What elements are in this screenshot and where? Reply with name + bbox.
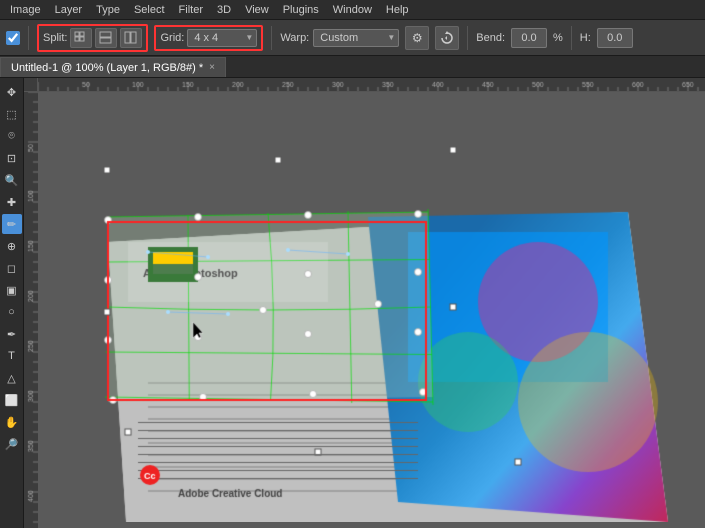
bend-label: Bend: — [476, 32, 505, 44]
split-vertical-button[interactable] — [95, 28, 117, 48]
grid-select[interactable]: 4 x 4 3 x 3 2 x 2 5 x 5 — [187, 29, 257, 47]
grid-label: Grid: — [160, 32, 184, 44]
tab-close-button[interactable]: × — [209, 62, 215, 73]
tab-title: Untitled-1 @ 100% (Layer 1, RGB/8#) * — [11, 62, 203, 74]
tab-bar: Untitled-1 @ 100% (Layer 1, RGB/8#) * × — [0, 56, 705, 78]
split-horizontal-icon — [124, 31, 138, 45]
menu-window[interactable]: Window — [327, 3, 378, 17]
main-area: ✥ ⬚ ⌾ ⊡ 🔍 ✚ ✏ ⊕ ◻ ▣ ○ ✒ T △ ⬜ ✋ 🔎 — [0, 78, 705, 528]
grid-section: Grid: 4 x 4 3 x 3 2 x 2 5 x 5 ▼ — [154, 25, 263, 51]
document-tab[interactable]: Untitled-1 @ 100% (Layer 1, RGB/8#) * × — [0, 57, 226, 77]
crop-tool[interactable]: ⊡ — [2, 148, 22, 168]
gear-button[interactable]: ⚙ — [405, 26, 429, 50]
lasso-tool[interactable]: ⌾ — [2, 126, 22, 146]
ruler-top — [38, 78, 705, 92]
move-tool[interactable]: ✥ — [2, 82, 22, 102]
ruler-top-canvas — [38, 78, 705, 92]
split-section: Split: — [37, 24, 148, 52]
menu-plugins[interactable]: Plugins — [277, 3, 325, 17]
warp-select[interactable]: Custom Arc Arc Lower Arc Upper Arch Bulg… — [313, 29, 399, 47]
warp-section: Warp: Custom Arc Arc Lower Arc Upper Arc… — [280, 29, 399, 47]
ruler-left — [24, 92, 38, 528]
dodge-tool[interactable]: ○ — [2, 302, 22, 322]
h-input[interactable] — [597, 28, 633, 48]
canvas-area[interactable] — [24, 78, 705, 528]
h-label: H: — [580, 32, 591, 44]
separator-2 — [271, 26, 272, 50]
eraser-tool[interactable]: ◻ — [2, 258, 22, 278]
ruler-left-canvas — [24, 92, 38, 528]
select-tool[interactable]: ⬚ — [2, 104, 22, 124]
menu-bar: Image Layer Type Select Filter 3D View P… — [0, 0, 705, 20]
rotate-button[interactable] — [435, 26, 459, 50]
shape-tool[interactable]: ⬜ — [2, 390, 22, 410]
clone-tool[interactable]: ⊕ — [2, 236, 22, 256]
menu-help[interactable]: Help — [380, 3, 415, 17]
warp-label: Warp: — [280, 32, 309, 44]
separator-4 — [571, 26, 572, 50]
gear-icon: ⚙ — [412, 31, 423, 45]
main-canvas[interactable] — [38, 92, 698, 522]
path-tool[interactable]: △ — [2, 368, 22, 388]
hand-tool[interactable]: ✋ — [2, 412, 22, 432]
rotate-icon — [440, 31, 454, 45]
warp-select-wrapper: Custom Arc Arc Lower Arc Upper Arch Bulg… — [313, 29, 399, 47]
zoom-tool[interactable]: 🔎 — [2, 434, 22, 454]
eyedropper-tool[interactable]: 🔍 — [2, 170, 22, 190]
menu-layer[interactable]: Layer — [49, 3, 89, 17]
menu-type[interactable]: Type — [90, 3, 126, 17]
toolbar: Split: Grid: — [0, 20, 705, 56]
grid-select-wrapper: 4 x 4 3 x 3 2 x 2 5 x 5 ▼ — [187, 29, 257, 47]
split-label: Split: — [43, 32, 67, 44]
canvas-content — [38, 92, 705, 528]
left-panel: ✥ ⬚ ⌾ ⊡ 🔍 ✚ ✏ ⊕ ◻ ▣ ○ ✒ T △ ⬜ ✋ 🔎 — [0, 78, 24, 528]
split-grid-button[interactable] — [70, 28, 92, 48]
ruler-corner — [24, 78, 38, 92]
split-grid-icon — [74, 31, 88, 45]
type-tool[interactable]: T — [2, 346, 22, 366]
split-vertical-icon — [99, 31, 113, 45]
split-horizontal-button[interactable] — [120, 28, 142, 48]
heal-tool[interactable]: ✚ — [2, 192, 22, 212]
fill-tool[interactable]: ▣ — [2, 280, 22, 300]
menu-3d[interactable]: 3D — [211, 3, 237, 17]
toolbar-checkbox[interactable] — [6, 31, 20, 45]
percent-label: % — [553, 32, 563, 44]
bend-input[interactable] — [511, 28, 547, 48]
brush-tool[interactable]: ✏ — [2, 214, 22, 234]
separator-1 — [28, 26, 29, 50]
menu-view[interactable]: View — [239, 3, 275, 17]
separator-3 — [467, 26, 468, 50]
menu-select[interactable]: Select — [128, 3, 171, 17]
menu-image[interactable]: Image — [4, 3, 47, 17]
pen-tool[interactable]: ✒ — [2, 324, 22, 344]
menu-filter[interactable]: Filter — [173, 3, 209, 17]
